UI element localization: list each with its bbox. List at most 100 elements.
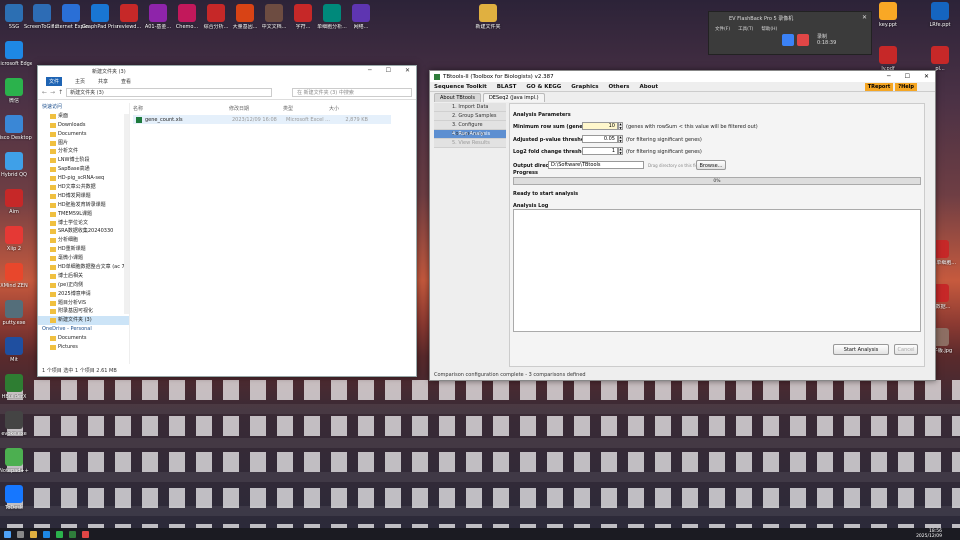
ribbon-tab-view[interactable]: 查看 bbox=[121, 78, 131, 85]
menu-go-kegg[interactable]: GO & KEGG bbox=[526, 84, 561, 90]
nav-item[interactable]: TMEM59L课题 bbox=[38, 210, 129, 219]
min-row-sum-input[interactable]: 10 bbox=[582, 122, 618, 130]
tab-about-tbtools[interactable]: About TBtools bbox=[434, 93, 481, 102]
start-analysis-button[interactable]: Start Analysis bbox=[833, 344, 889, 355]
column-type[interactable]: 类型 bbox=[283, 105, 329, 112]
nav-item[interactable]: OneDrive - Personal bbox=[38, 325, 129, 334]
start-icon[interactable] bbox=[4, 530, 11, 538]
desktop-icon[interactable]: evoke.exe bbox=[0, 411, 32, 437]
desktop-icon[interactable]: 微信 bbox=[0, 78, 32, 104]
min-row-sum-spinner[interactable]: ▲ ▼ bbox=[618, 122, 623, 130]
step-run-analysis[interactable]: 4. Run Analysis bbox=[434, 130, 506, 139]
ribbon-tab-home[interactable]: 主页 bbox=[75, 78, 85, 85]
nav-item[interactable]: 2025博意申请 bbox=[38, 290, 129, 299]
desktop-icon[interactable]: Cisco Desktop bbox=[0, 115, 32, 141]
tab-deseq2[interactable]: DESeq2 (Java impl.) bbox=[482, 93, 545, 102]
nav-item[interactable]: LNW博士阶段 bbox=[38, 156, 129, 165]
column-name[interactable]: 名称 bbox=[133, 105, 229, 112]
column-size[interactable]: 大小 bbox=[329, 105, 369, 112]
nav-item[interactable]: Pictures bbox=[38, 343, 129, 352]
wechat-icon[interactable] bbox=[56, 530, 63, 538]
desktop-icon[interactable]: Aim bbox=[0, 189, 32, 215]
forward-arrow-icon[interactable]: → bbox=[50, 89, 55, 96]
ribbon-tab-share[interactable]: 共享 bbox=[98, 78, 108, 85]
edge-icon[interactable] bbox=[43, 530, 50, 538]
nav-item[interactable]: SRA数据收集20240330 bbox=[38, 227, 129, 236]
close-icon[interactable]: ✕ bbox=[405, 67, 410, 74]
nav-item[interactable]: Documents bbox=[38, 334, 129, 343]
step-group-samples[interactable]: 2. Group Samples bbox=[434, 112, 506, 121]
recorder-menu-help[interactable]: 帮助(H) bbox=[761, 26, 777, 32]
recorder-icon[interactable] bbox=[82, 530, 89, 538]
nav-item[interactable]: 新建文件夹 (3) bbox=[38, 316, 129, 326]
search-icon[interactable] bbox=[17, 530, 24, 538]
nav-item[interactable]: Downloads bbox=[38, 121, 129, 130]
desktop-icon[interactable]: Hybrid QQ bbox=[0, 152, 32, 178]
help-button[interactable]: ?Help bbox=[895, 83, 917, 91]
tbtools-icon[interactable] bbox=[69, 530, 76, 538]
nav-item[interactable]: 题目分析VIS bbox=[38, 299, 129, 308]
desktop-icon[interactable]: Xiip 2 bbox=[0, 226, 32, 252]
desktop-icon[interactable]: putty.exe bbox=[0, 300, 32, 326]
nav-item[interactable]: HD博发网课题 bbox=[38, 192, 129, 201]
close-icon[interactable]: ✕ bbox=[924, 73, 929, 80]
nav-item[interactable]: 毫微小课题 bbox=[38, 254, 129, 263]
desktop-icon[interactable]: pl... bbox=[922, 46, 958, 72]
step-view-results[interactable]: 5. View Results bbox=[434, 139, 506, 148]
nav-item[interactable]: 分析文件 bbox=[38, 147, 129, 156]
nav-item[interactable]: HD重新课题 bbox=[38, 245, 129, 254]
padj-spinner[interactable]: ▲ ▼ bbox=[618, 135, 623, 143]
nav-item[interactable]: 博士学位论文 bbox=[38, 219, 129, 228]
maximize-icon[interactable]: ☐ bbox=[905, 73, 910, 80]
desktop-icon[interactable]: Notepad++ bbox=[0, 448, 32, 474]
nav-item[interactable]: 博士后相关 bbox=[38, 272, 129, 281]
nav-item[interactable]: SapBase高通 bbox=[38, 165, 129, 174]
desktop-icon[interactable]: 新建文件夹 bbox=[470, 4, 506, 30]
nav-item[interactable]: HD胚胎发育转录课题 bbox=[38, 201, 129, 210]
maximize-icon[interactable]: ☐ bbox=[386, 67, 391, 74]
menu-sequence-toolkit[interactable]: Sequence Toolkit bbox=[434, 84, 487, 90]
minimize-icon[interactable]: ─ bbox=[368, 67, 372, 74]
ribbon-tab-file[interactable]: 文件 bbox=[46, 76, 63, 86]
address-bar[interactable]: 新建文件夹 (3) bbox=[66, 88, 273, 97]
nav-item[interactable]: HD文章公共数据 bbox=[38, 183, 129, 192]
padj-input[interactable]: 0.05 bbox=[582, 135, 618, 143]
nav-item[interactable]: HD-pig_scRNA-seq bbox=[38, 174, 129, 183]
treport-button[interactable]: TReport bbox=[864, 83, 894, 91]
nav-scrollbar[interactable] bbox=[124, 114, 129, 314]
search-input[interactable]: 在 新建文件夹 (3) 中搜索 bbox=[292, 88, 412, 97]
menu-about[interactable]: About bbox=[639, 84, 658, 90]
browse-button[interactable]: Browse... bbox=[696, 160, 726, 170]
nav-item[interactable]: 附录基因可视化 bbox=[38, 307, 129, 316]
analysis-log-textarea[interactable] bbox=[513, 209, 921, 332]
file-row[interactable]: gene_count.xls 2023/12/09 16:08 Microsof… bbox=[133, 115, 391, 124]
desktop-icon[interactable]: Microsoft Edge bbox=[0, 41, 32, 67]
up-arrow-icon[interactable]: ↑ bbox=[58, 89, 63, 96]
nav-item[interactable]: HD单细胞数据整合文章 (ac 7) bbox=[38, 263, 129, 272]
cancel-button[interactable]: Cancel bbox=[894, 344, 918, 355]
desktop-icon[interactable]: 网络... bbox=[343, 4, 379, 30]
desktop-icon[interactable]: ToDesk bbox=[0, 485, 32, 511]
recorder-menu-file[interactable]: 文件(F) bbox=[715, 26, 730, 32]
nav-item[interactable]: 桌面 bbox=[38, 112, 129, 121]
desktop-icon[interactable]: Mit bbox=[0, 337, 32, 363]
step-configure-comparisons[interactable]: 3. Configure Comparisons bbox=[434, 121, 506, 137]
desktop-icon[interactable]: LRfe.ppt bbox=[922, 2, 958, 28]
nav-item[interactable]: 分析细胞 bbox=[38, 236, 129, 245]
log2fc-input[interactable]: 1 bbox=[582, 147, 618, 155]
output-dir-input[interactable]: D:\Software\TBtools bbox=[548, 161, 644, 169]
menu-graphics[interactable]: Graphics bbox=[571, 84, 598, 90]
column-date[interactable]: 修改日期 bbox=[229, 105, 283, 112]
nav-item[interactable]: Documents bbox=[38, 130, 129, 139]
menu-others[interactable]: Others bbox=[609, 84, 630, 90]
step-import-data[interactable]: 1. Import Data bbox=[434, 103, 506, 112]
desktop-icon[interactable]: XMind ZEN bbox=[0, 263, 32, 289]
desktop-icon[interactable]: HBuilderX bbox=[0, 374, 32, 400]
back-arrow-icon[interactable]: ← bbox=[42, 89, 47, 96]
menu-blast[interactable]: BLAST bbox=[497, 84, 517, 90]
recorder-menu-tools[interactable]: 工具(T) bbox=[738, 26, 753, 32]
nav-item[interactable]: 快速访问 bbox=[38, 103, 129, 112]
desktop-icon[interactable]: key.ppt bbox=[870, 2, 906, 28]
desktop-icon[interactable]: ly.pdf bbox=[870, 46, 906, 72]
folder-icon[interactable] bbox=[30, 530, 37, 538]
